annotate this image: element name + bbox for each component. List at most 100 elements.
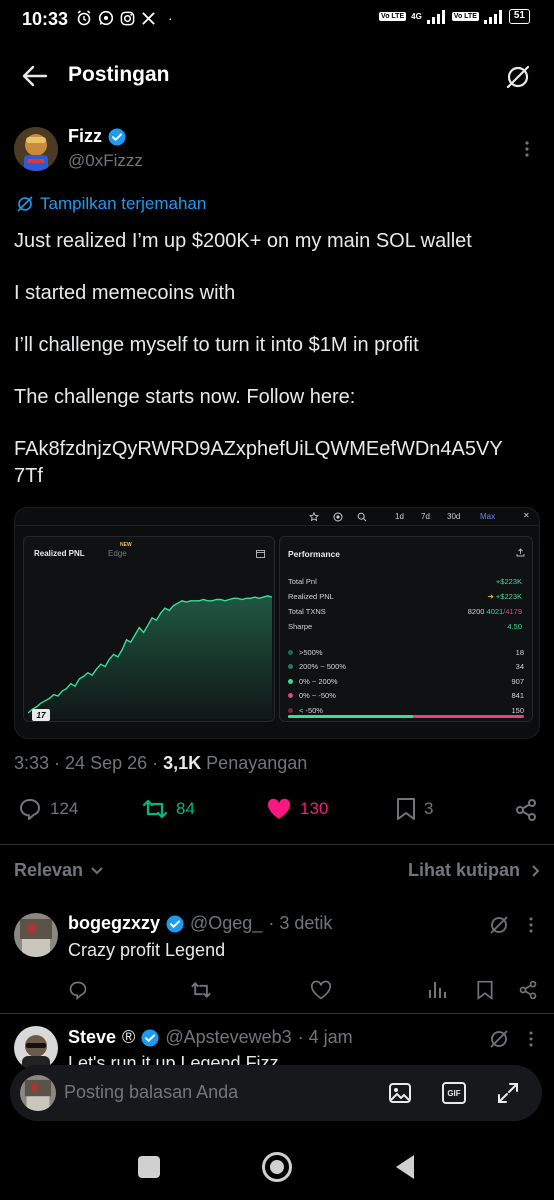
reply-avatar[interactable] [14,913,58,957]
more-notifications-dot: · [168,10,173,26]
divider [0,1013,554,1014]
new-badge: NEW [120,542,132,548]
battery-indicator: 51 [508,9,530,24]
arrow-left-icon [22,65,48,87]
pnl-area [28,595,272,719]
stat-label-total-pnl: Total Pnl [288,577,317,586]
translate-icon [490,1030,508,1048]
translate-icon [506,65,530,89]
timeframe-30d: 30d [447,512,461,521]
view-quotes-link[interactable]: Lihat kutipan [408,860,540,881]
bucket-dot [288,649,293,655]
calendar-icon [256,550,265,558]
reply-button[interactable]: 124 [18,797,78,821]
author-avatar[interactable] [14,127,58,171]
bucket-label: >500% [299,647,323,657]
bookmark-icon [477,980,493,1000]
reply-translate-button[interactable] [488,1028,510,1050]
reply-analytics-button[interactable] [428,980,448,1000]
post-date: 24 Sep 26 [65,753,148,773]
timeframe-max: Max [480,512,496,521]
home-button[interactable] [262,1152,292,1182]
bucket-dot [288,707,293,713]
post-time: 3:33 [14,753,50,773]
reply-compose-bar[interactable]: Posting balasan Anda GIF [10,1065,542,1121]
reply-share-button[interactable] [518,980,538,1000]
reply-repost-button[interactable] [190,980,212,1000]
notification-icons: · [76,10,173,26]
expand-compose-button[interactable] [496,1081,520,1105]
reply-author-name[interactable]: bogegzxzy [68,913,160,934]
share-button[interactable] [514,798,538,822]
share-icon [516,548,525,557]
reply-author-handle[interactable]: @Ogeg_ [190,913,262,934]
tweet-line-1: Just realized I’m up $200K+ on my main S… [14,230,472,252]
reply-author-handle[interactable]: @Apsteveweb3 [165,1027,291,1048]
tweet-line-2: I started memecoins with [14,282,236,304]
verified-badge-icon [141,1029,159,1046]
gif-label: GIF [447,1088,461,1098]
star-icon [309,512,319,522]
post-more-button[interactable] [524,140,530,158]
verified-badge-icon [108,128,126,145]
pnl-screenshot-image[interactable]: 1d 7d 30d Max ✕ Realized PNL Edge NEW 17… [14,507,540,739]
bucket-label: < -50% [299,705,323,715]
post-meta: 3:33 · 24 Sep 26 · 3,1K Penayangan [14,753,308,773]
view-quotes-label: Lihat kutipan [408,860,520,880]
bucket-dot [288,678,293,684]
reply-author-name[interactable]: Steve [68,1027,116,1048]
reply-bookmark-button[interactable] [476,980,494,1000]
wallet-address-line-2: 7Tf [14,465,43,487]
reply-icon [69,981,87,1000]
back-nav-icon[interactable] [394,1154,416,1180]
repost-button[interactable]: 84 [142,797,195,821]
add-image-button[interactable] [388,1081,412,1105]
reply-input[interactable]: Posting balasan Anda [64,1082,238,1103]
author-name-row[interactable]: Fizz [68,126,126,147]
add-gif-button[interactable]: GIF [442,1082,466,1104]
stat-label-total-txns: Total TXNS [288,607,326,616]
more-vertical-icon [529,917,533,933]
win-loss-bar-win-fill [288,715,414,718]
reply-text: Crazy profit Legend [68,940,226,960]
verified-badge-icon [166,915,184,932]
alarm-icon [77,10,91,26]
network-type: 4G [411,12,422,21]
more-vertical-icon [529,1031,533,1047]
like-button[interactable]: 130 [266,797,328,821]
registered-mark: ® [122,1027,136,1047]
bucket-value: 907 [511,676,524,686]
show-translation-link[interactable]: Tampilkan terjemahan [16,194,206,214]
reply-more-button[interactable] [528,917,534,933]
recent-apps-button[interactable] [138,1156,160,1178]
reply-time: · 3 detik [268,913,333,933]
reply-header: Steve ® @Apsteveweb3 · 4 jam [68,1027,353,1048]
pnl-bucket-row: >500% 18 [288,645,524,660]
reply-translate-button[interactable] [488,914,510,936]
back-button[interactable] [22,64,48,88]
bucket-value: 841 [511,691,524,701]
analytics-icon [429,982,446,998]
reply-avatar[interactable] [14,1026,58,1070]
bookmark-button[interactable]: 3 [396,797,433,821]
reply-sort-dropdown[interactable]: Relevan [14,860,103,881]
performance-panel: Performance Total Pnl +$223K Realized PN… [279,536,533,722]
reply-comment-button[interactable] [68,980,88,1000]
reply-more-button[interactable] [528,1031,534,1047]
reply-like-button[interactable] [310,980,332,1000]
search-icon [357,512,367,522]
heart-filled-icon [267,798,291,819]
image-icon [389,1083,411,1103]
pnl-line-chart [28,595,272,719]
author-handle[interactable]: @0xFizzz [68,151,143,171]
chevron-down-icon [91,866,103,874]
tweet-line-3: I’ll challenge myself to turn it into $1… [14,334,419,356]
translate-post-button[interactable] [504,63,532,91]
view-count: 3,1K [163,753,202,773]
timeframe-1d: 1d [395,512,404,521]
stat-value-total-txns: 8200 4021/4179 [467,607,522,616]
bucket-label: 0% ~ -50% [299,691,336,701]
repost-count: 84 [176,799,195,818]
bucket-dot [288,664,293,670]
stat-value-sharpe: 4.50 [507,622,522,631]
